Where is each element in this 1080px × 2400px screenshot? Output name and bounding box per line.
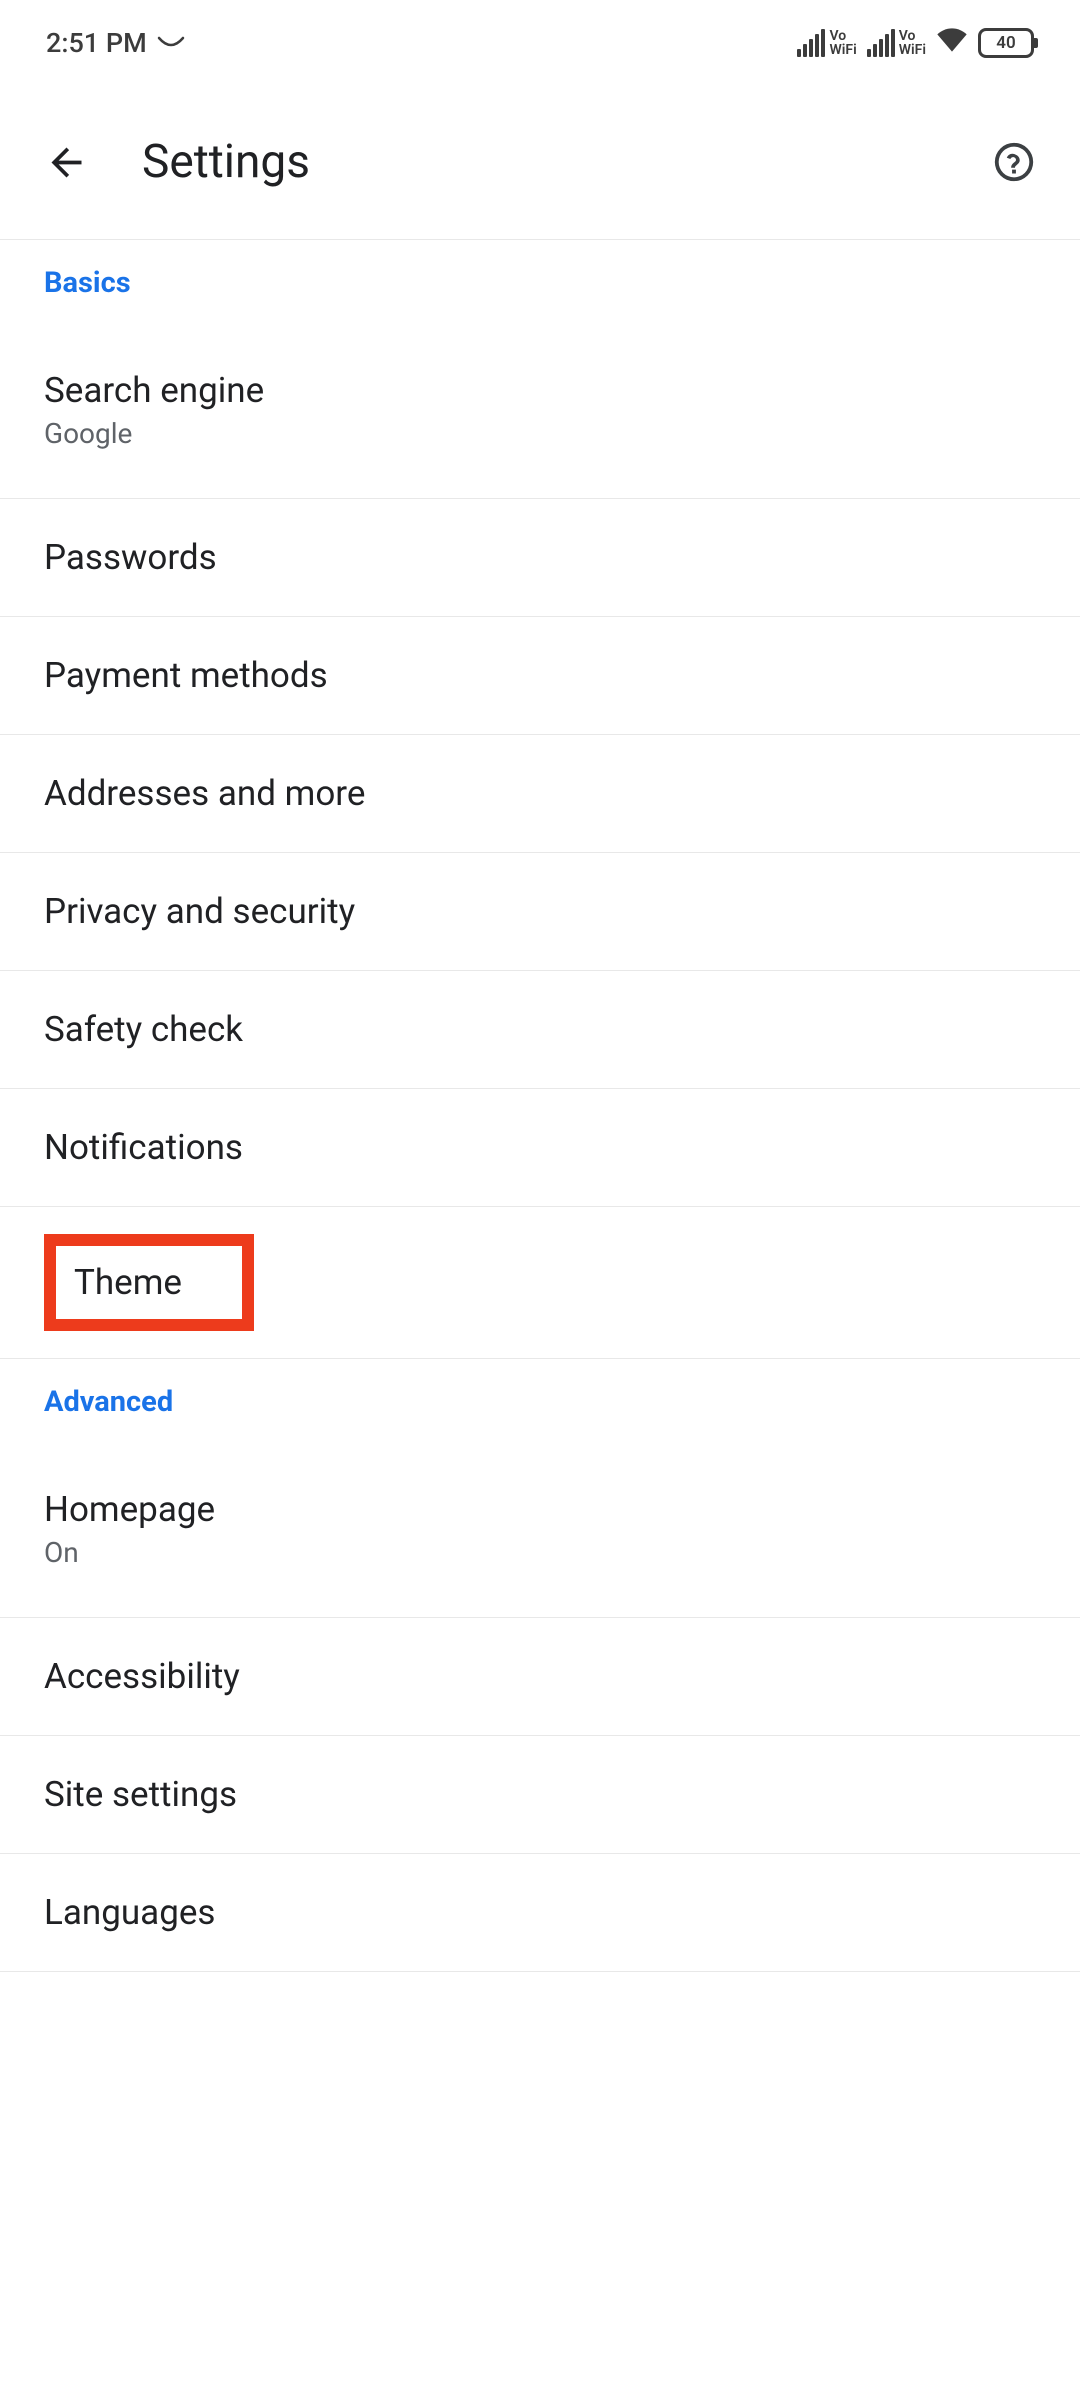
- page-title: Settings: [142, 135, 938, 189]
- help-button[interactable]: [988, 136, 1040, 188]
- sim1-vowifi-label: VoWiFi: [829, 29, 856, 57]
- item-title: Passwords: [44, 537, 1036, 578]
- arrow-left-icon: [44, 140, 89, 185]
- item-title: Notifications: [44, 1127, 1036, 1168]
- item-title: Languages: [44, 1892, 1036, 1933]
- sim2-vowifi-label: VoWiFi: [899, 29, 926, 57]
- wifi-icon: [936, 23, 968, 62]
- back-button[interactable]: [40, 136, 92, 188]
- item-search-engine[interactable]: Search engine Google: [0, 322, 1080, 499]
- item-title: Site settings: [44, 1774, 1036, 1815]
- section-advanced: Advanced: [0, 1359, 1080, 1441]
- item-title: Search engine: [44, 370, 1036, 411]
- item-theme[interactable]: Theme: [0, 1207, 1080, 1359]
- app-bar: Settings: [0, 85, 1080, 240]
- item-title: Accessibility: [44, 1656, 1036, 1697]
- item-title: Addresses and more: [44, 773, 1036, 814]
- item-addresses[interactable]: Addresses and more: [0, 735, 1080, 853]
- status-time: 2:51 PM: [46, 27, 147, 59]
- item-title: Homepage: [44, 1489, 1036, 1530]
- sim2-signal-icon: VoWiFi: [867, 29, 926, 57]
- item-site-settings[interactable]: Site settings: [0, 1736, 1080, 1854]
- sim1-signal-icon: VoWiFi: [797, 29, 856, 57]
- item-title: Privacy and security: [44, 891, 1036, 932]
- battery-icon: 40: [978, 28, 1034, 58]
- item-passwords[interactable]: Passwords: [0, 499, 1080, 617]
- notification-indicator-icon: [157, 36, 185, 50]
- item-subtitle: Google: [44, 417, 1036, 450]
- item-title: Theme: [74, 1262, 182, 1303]
- item-accessibility[interactable]: Accessibility: [0, 1618, 1080, 1736]
- item-homepage[interactable]: Homepage On: [0, 1441, 1080, 1618]
- item-title: Safety check: [44, 1009, 1036, 1050]
- battery-level: 40: [996, 33, 1015, 53]
- settings-list: Basics Search engine Google Passwords Pa…: [0, 240, 1080, 1972]
- item-safety-check[interactable]: Safety check: [0, 971, 1080, 1089]
- item-subtitle: On: [44, 1536, 1036, 1569]
- section-basics: Basics: [0, 240, 1080, 322]
- status-icons: VoWiFi VoWiFi 40: [797, 23, 1034, 62]
- help-circle-icon: [991, 139, 1037, 185]
- item-privacy-security[interactable]: Privacy and security: [0, 853, 1080, 971]
- status-time-group: 2:51 PM: [46, 27, 185, 59]
- highlight-box: Theme: [44, 1234, 254, 1331]
- status-bar: 2:51 PM VoWiFi VoWiFi 40: [0, 0, 1080, 85]
- item-title: Payment methods: [44, 655, 1036, 696]
- item-notifications[interactable]: Notifications: [0, 1089, 1080, 1207]
- item-payment-methods[interactable]: Payment methods: [0, 617, 1080, 735]
- item-languages[interactable]: Languages: [0, 1854, 1080, 1972]
